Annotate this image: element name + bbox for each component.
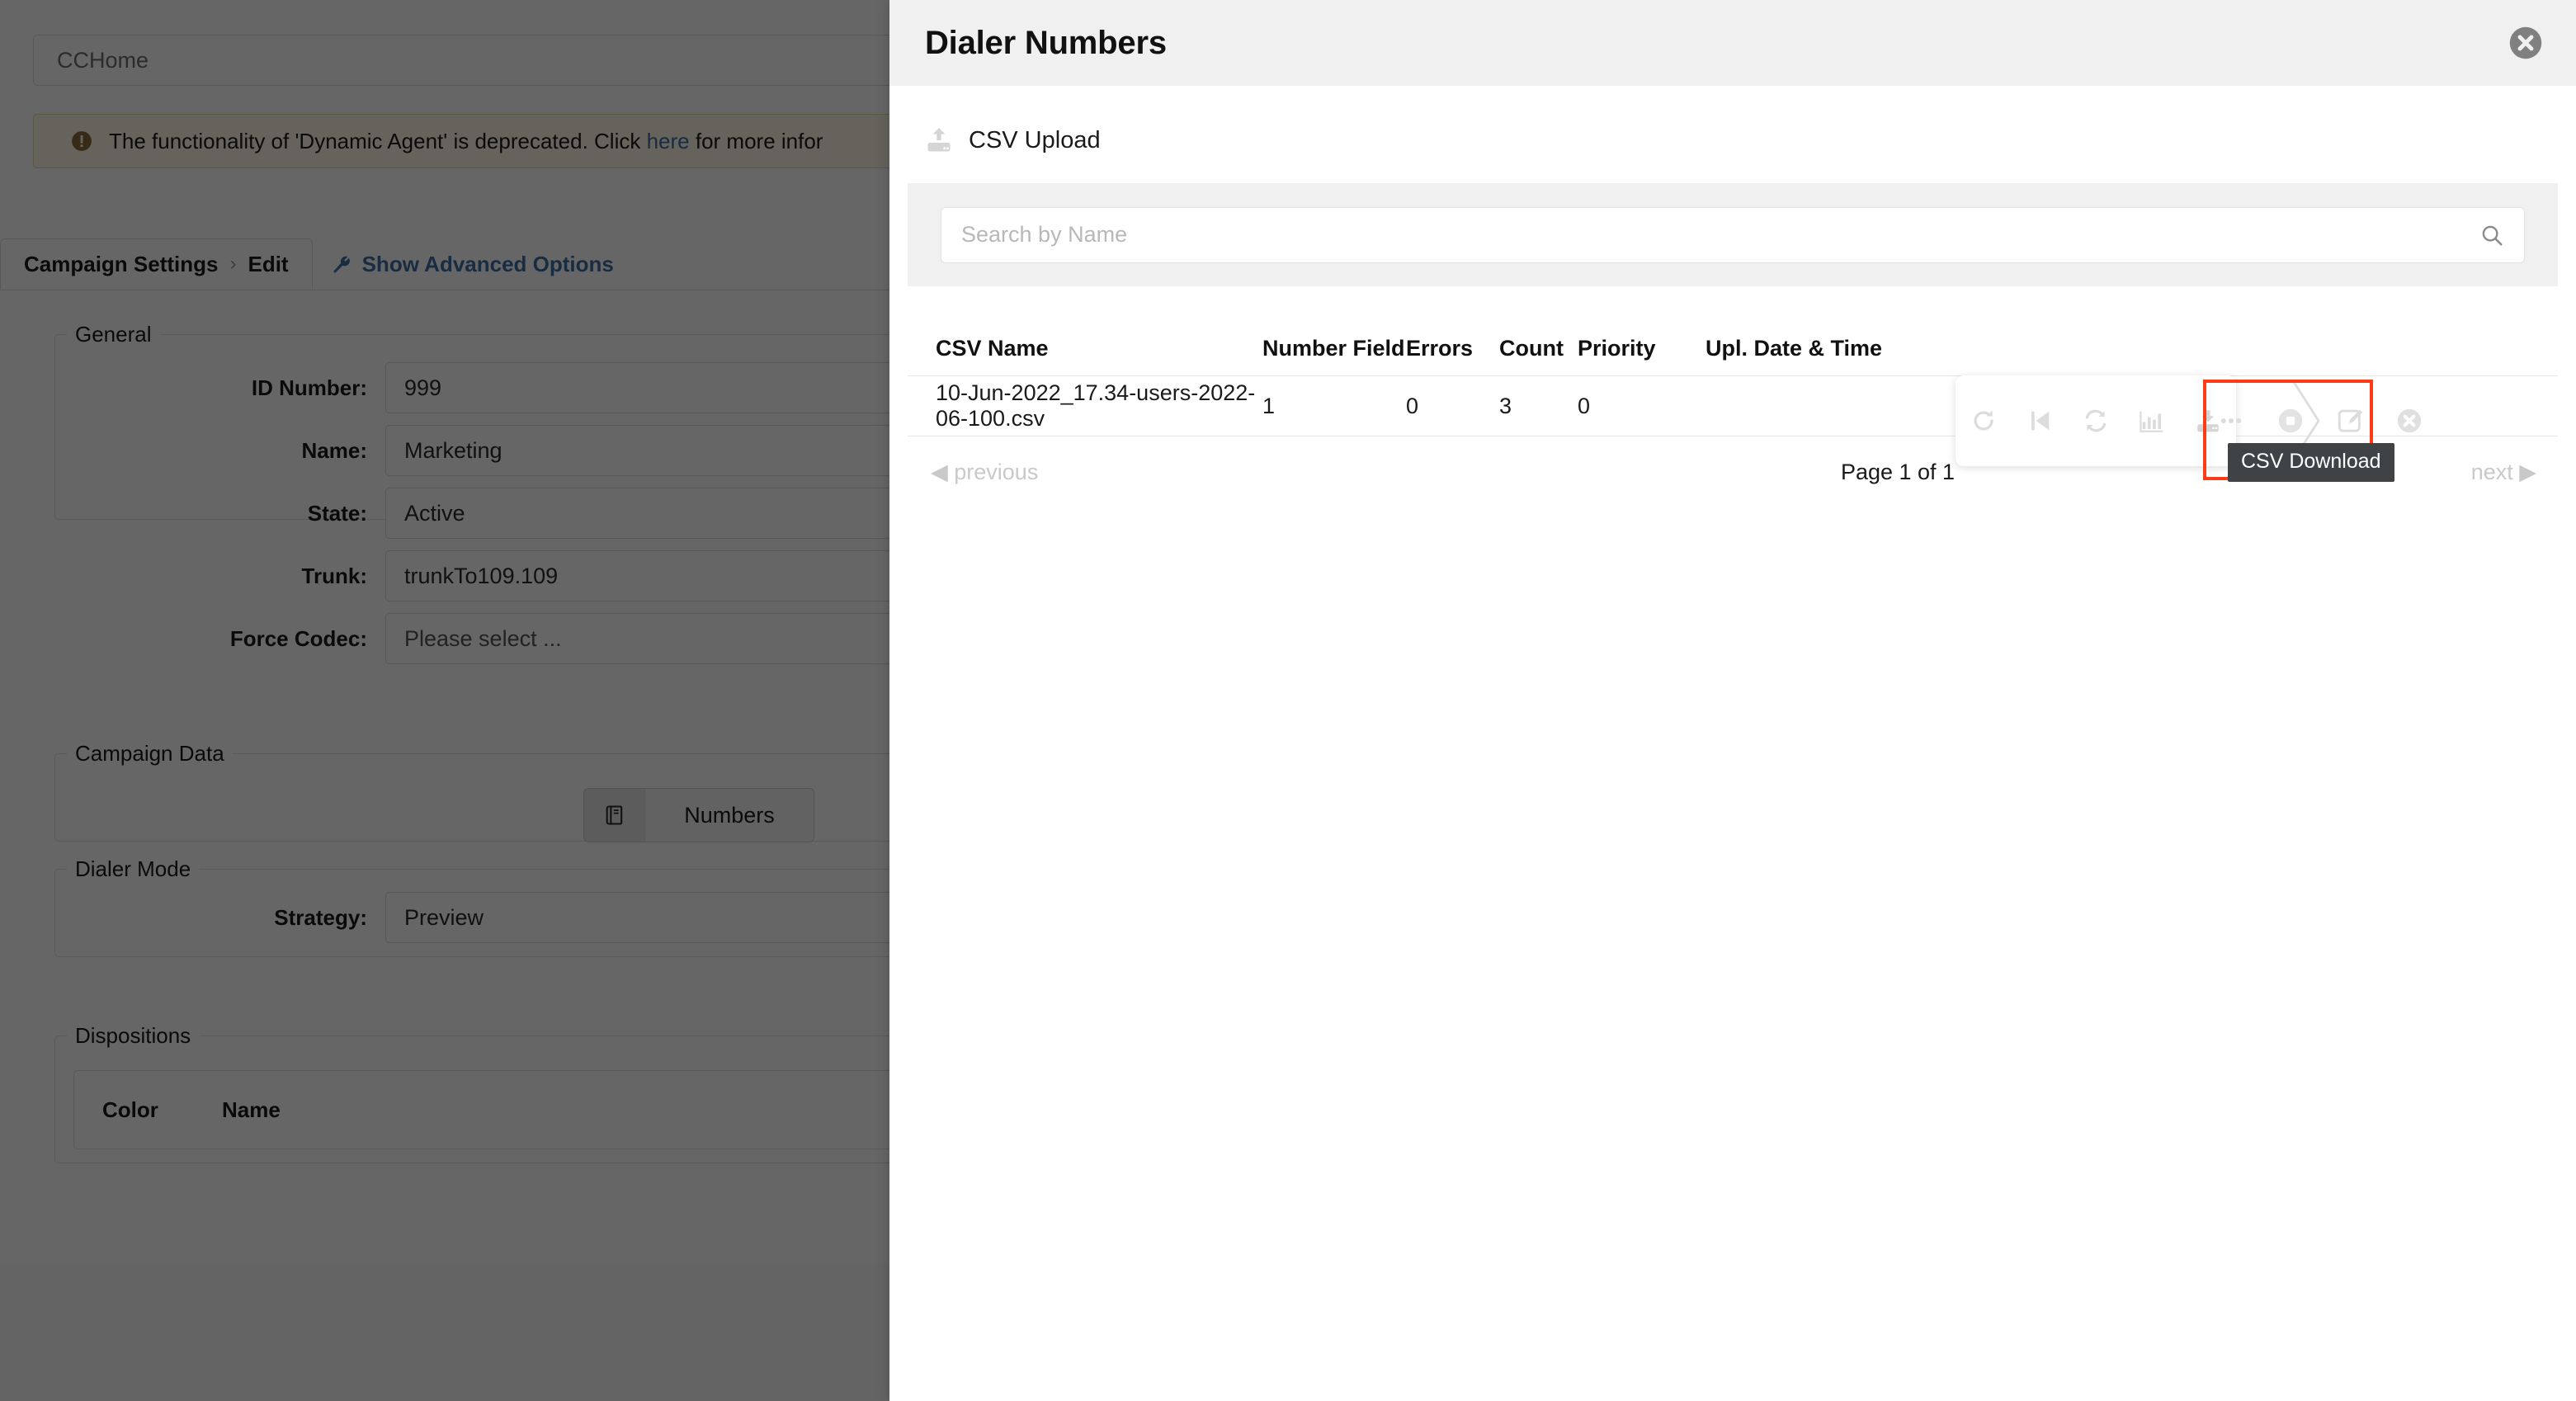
statistics-icon[interactable] <box>2124 375 2180 466</box>
csv-upload-button[interactable]: CSV Upload <box>924 125 2576 155</box>
close-circle-icon[interactable] <box>2508 26 2543 60</box>
modal-title: Dialer Numbers <box>925 24 1167 61</box>
cell-count: 3 <box>1499 393 1512 418</box>
csv-table-header: CSV Name Number Field Errors Count Prior… <box>908 321 2558 375</box>
pagination-previous-label: previous <box>954 460 1039 484</box>
cell-errors: 0 <box>1406 393 1419 418</box>
search-box[interactable] <box>941 206 2525 263</box>
csv-upload-label: CSV Upload <box>969 126 1101 153</box>
col-header-count: Count <box>1499 335 1564 361</box>
row-action-toolbar <box>1956 375 2236 466</box>
search-icon[interactable] <box>2479 223 2504 248</box>
skip-start-icon[interactable] <box>2012 375 2068 466</box>
cell-priority: 0 <box>1578 393 1591 418</box>
upload-icon <box>924 125 954 155</box>
search-input[interactable] <box>961 222 2479 248</box>
search-panel <box>908 183 2558 286</box>
col-header-priority: Priority <box>1578 335 1656 361</box>
col-header-number-field: Number Field <box>1262 335 1405 361</box>
screen-root: CCHome The functionality of 'Dynamic Age… <box>0 0 2576 1401</box>
col-header-upl-date-time: Upl. Date & Time <box>1706 335 1883 361</box>
restart-icon[interactable] <box>1956 375 2012 466</box>
dialer-numbers-modal: Dialer Numbers CSV Upload Search by Name… <box>889 0 2576 1401</box>
col-header-csv-name: CSV Name <box>936 335 1049 361</box>
cell-number-field: 1 <box>1262 393 1276 418</box>
cell-csv-name: 10-Jun-2022_17.34-users-2022-06-100.csv <box>936 380 1256 431</box>
col-header-errors: Errors <box>1406 335 1474 361</box>
modal-header: Dialer Numbers <box>889 0 2576 86</box>
csv-download-tooltip: CSV Download <box>2228 443 2394 482</box>
refresh-icon[interactable] <box>2068 375 2124 466</box>
pagination-previous[interactable]: ◀ previous <box>908 460 1262 485</box>
